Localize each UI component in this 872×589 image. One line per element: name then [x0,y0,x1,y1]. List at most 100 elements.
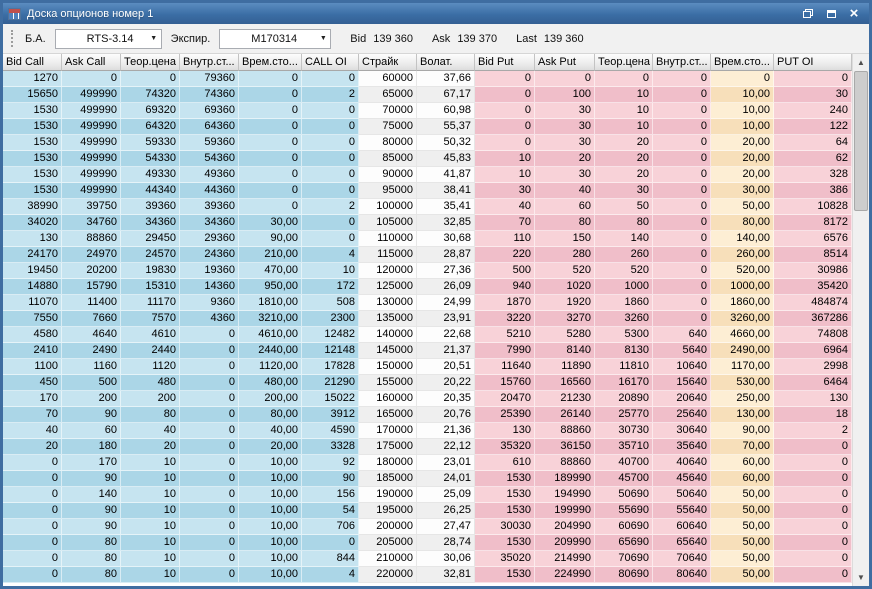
cell[interactable]: 10 [121,471,180,487]
cell[interactable]: 35,41 [417,199,475,215]
column-header-6[interactable]: Страйк [359,54,417,71]
cell[interactable]: 11890 [535,359,595,375]
cell[interactable]: 49330 [121,167,180,183]
cell[interactable]: 50,00 [711,519,774,535]
cell[interactable]: 10,00 [711,119,774,135]
cell[interactable]: 0 [653,183,711,199]
cell[interactable]: 41,87 [417,167,475,183]
cell[interactable]: 7570 [121,311,180,327]
cell[interactable]: 5280 [535,327,595,343]
cell[interactable]: 0 [475,71,535,87]
cell[interactable]: 20890 [595,391,653,407]
cell[interactable]: 6464 [774,375,852,391]
cell[interactable]: 32,81 [417,567,475,583]
cell[interactable]: 30730 [595,423,653,439]
vertical-scrollbar[interactable]: ▲ ▼ [852,54,869,586]
cell[interactable]: 0 [239,183,302,199]
cell[interactable]: 210,00 [239,247,302,263]
cell[interactable]: 1160 [62,359,121,375]
cell[interactable]: 175000 [359,439,417,455]
cell[interactable]: 8130 [595,343,653,359]
cell[interactable]: 28,87 [417,247,475,263]
cell[interactable]: 20640 [653,391,711,407]
cell[interactable]: 0 [239,71,302,87]
cell[interactable]: 0 [180,359,239,375]
cell[interactable]: 200 [121,391,180,407]
cell[interactable]: 499990 [62,87,121,103]
cell[interactable]: 80640 [653,567,711,583]
titlebar[interactable]: Доска опционов номер 1 × [3,3,869,24]
cell[interactable]: 1530 [3,167,62,183]
cell[interactable]: 0 [180,551,239,567]
cell[interactable]: 30 [535,103,595,119]
cell[interactable]: 20,00 [711,167,774,183]
cell[interactable]: 27,36 [417,263,475,279]
cell[interactable]: 59360 [180,135,239,151]
cell[interactable]: 0 [180,327,239,343]
cell[interactable]: 95000 [359,183,417,199]
cell[interactable]: 20 [595,135,653,151]
column-header-8[interactable]: Bid Put [475,54,535,71]
cell[interactable]: 24,01 [417,471,475,487]
cell[interactable]: 10 [302,263,359,279]
cell[interactable]: 4360 [180,311,239,327]
cell[interactable]: 50690 [595,487,653,503]
cell[interactable]: 520,00 [711,263,774,279]
cell[interactable]: 20 [3,439,62,455]
cell[interactable]: 1870 [475,295,535,311]
cell[interactable]: 80,00 [239,407,302,423]
cell[interactable]: 21290 [302,375,359,391]
cell[interactable]: 74808 [774,327,852,343]
cell[interactable]: 199990 [535,503,595,519]
cell[interactable]: 39360 [121,199,180,215]
cell[interactable]: 1530 [3,119,62,135]
cell[interactable]: 2 [302,199,359,215]
cell[interactable]: 530,00 [711,375,774,391]
cell[interactable]: 69320 [121,103,180,119]
cell[interactable]: 0 [180,519,239,535]
cell[interactable]: 10 [595,87,653,103]
cell[interactable]: 0 [121,71,180,87]
cell[interactable]: 386 [774,183,852,199]
cell[interactable]: 0 [3,551,62,567]
cell[interactable]: 49360 [180,167,239,183]
cell[interactable]: 2490,00 [711,343,774,359]
cell[interactable]: 110 [475,231,535,247]
cell[interactable]: 20470 [475,391,535,407]
cell[interactable]: 140 [62,487,121,503]
cell[interactable]: 0 [180,375,239,391]
cell[interactable]: 7660 [62,311,121,327]
cell[interactable]: 4640 [62,327,121,343]
chevron-down-icon[interactable]: ▼ [316,35,330,42]
cell[interactable]: 194990 [535,487,595,503]
cell[interactable]: 65000 [359,87,417,103]
cell[interactable]: 1100 [3,359,62,375]
cell[interactable]: 64 [774,135,852,151]
cell[interactable]: 10 [121,503,180,519]
cell[interactable]: 25390 [475,407,535,423]
cell[interactable]: 0 [475,103,535,119]
cell[interactable]: 0 [711,71,774,87]
cell[interactable]: 130 [774,391,852,407]
cell[interactable]: 30030 [475,519,535,535]
cell[interactable]: 30,06 [417,551,475,567]
cell[interactable]: 1810,00 [239,295,302,311]
column-header-0[interactable]: Bid Call [3,54,62,71]
cell[interactable]: 0 [239,199,302,215]
cell[interactable]: 610 [475,455,535,471]
cell[interactable]: 34020 [3,215,62,231]
cell[interactable]: 200,00 [239,391,302,407]
cell[interactable]: 16170 [595,375,653,391]
cell[interactable]: 0 [653,263,711,279]
cell[interactable]: 18 [774,407,852,423]
cell[interactable]: 210000 [359,551,417,567]
cell[interactable]: 20,76 [417,407,475,423]
cell[interactable]: 0 [774,455,852,471]
scroll-up-button[interactable]: ▲ [853,54,869,71]
cell[interactable]: 20 [595,167,653,183]
cell[interactable]: 22,68 [417,327,475,343]
cell[interactable]: 40700 [595,455,653,471]
cell[interactable]: 10 [595,103,653,119]
column-header-7[interactable]: Волат. [417,54,475,71]
cell[interactable]: 3260,00 [711,311,774,327]
